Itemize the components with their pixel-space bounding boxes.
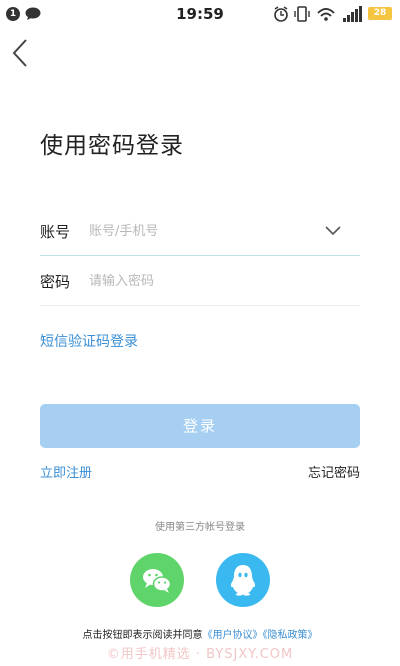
- account-label: 账号: [40, 223, 71, 241]
- status-bar: 1 19:59 28: [0, 0, 400, 28]
- forgot-password-link[interactable]: 忘记密码: [300, 462, 360, 481]
- login-button[interactable]: 登录: [40, 404, 360, 448]
- third-party-heading: 使用第三方帐号登录: [155, 522, 245, 533]
- sms-login-link[interactable]: 短信验证码登录: [40, 331, 138, 351]
- watermark: ©用手机精选 · BYSJXY.COM: [106, 647, 294, 662]
- page-title: 使用密码登录: [40, 133, 184, 159]
- wechat-icon: [143, 569, 172, 593]
- chevron-down-icon[interactable]: [324, 224, 342, 236]
- password-label: 密码: [40, 273, 71, 291]
- privacy-policy-link[interactable]: 《隐私政策》: [263, 630, 318, 641]
- password-input[interactable]: [89, 271, 329, 291]
- password-underline: [40, 305, 360, 306]
- user-agreement-link[interactable]: 《用户协议》: [203, 630, 263, 641]
- agreement-text: 点击按钮即表示阅读并同意《用户协议》《隐私政策》: [0, 626, 400, 641]
- agreement-prefix: 点击按钮即表示阅读并同意: [82, 630, 203, 641]
- signal-icon: [343, 6, 362, 22]
- qq-login-button[interactable]: [216, 553, 270, 607]
- back-arrow-icon[interactable]: [8, 36, 36, 70]
- alarm-icon: [274, 6, 288, 22]
- qq-icon: [230, 565, 256, 596]
- wechat-login-button[interactable]: [130, 553, 184, 607]
- battery-icon: 28: [368, 7, 392, 20]
- wifi-icon: [317, 8, 335, 21]
- account-input[interactable]: [89, 221, 309, 241]
- account-underline: [40, 255, 360, 256]
- vibrate-icon: [294, 6, 310, 22]
- register-link[interactable]: 立即注册: [40, 462, 92, 481]
